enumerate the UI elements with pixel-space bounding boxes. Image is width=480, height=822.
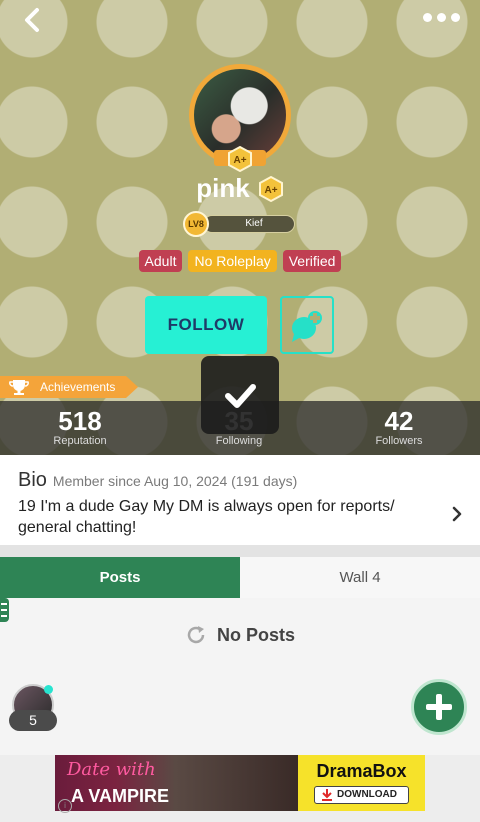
ad-download-label: DOWNLOAD xyxy=(337,789,397,800)
back-arrow-icon xyxy=(25,8,39,32)
ad-brand-name: DramaBox xyxy=(316,761,407,781)
online-count[interactable]: 5 xyxy=(9,710,57,731)
online-indicator xyxy=(44,685,53,694)
create-post-button[interactable] xyxy=(411,679,467,735)
start-chat-button[interactable] xyxy=(280,296,334,354)
empty-state: No Posts xyxy=(0,624,480,646)
bio-text: 19 I'm a dude Gay My DM is always open f… xyxy=(18,498,395,536)
username: pink xyxy=(196,173,250,203)
level-title: Kief xyxy=(245,218,263,229)
ad-banner[interactable]: Date with A VAMPIRE DramaBox DOWNLOAD i xyxy=(0,755,480,822)
ad-subheadline: A VAMPIRE xyxy=(71,786,170,806)
checkmark-icon xyxy=(225,384,256,408)
profile-header: A+ pink A+ LV8 Kief Adult No Roleplay Ve… xyxy=(0,0,480,455)
badge-icon: A+ xyxy=(228,146,252,172)
download-icon xyxy=(322,789,332,801)
tab-posts[interactable]: Posts xyxy=(0,557,240,598)
plus-icon xyxy=(426,694,452,720)
level-badge: LV8 xyxy=(183,211,209,237)
refresh-icon[interactable] xyxy=(185,624,207,646)
tag-verified[interactable]: Verified xyxy=(282,250,342,272)
achievements-label: Achievements xyxy=(40,380,116,394)
section-divider xyxy=(0,545,480,557)
no-posts-label: No Posts xyxy=(216,624,295,645)
username-row: pink A+ xyxy=(0,173,480,204)
bio-section[interactable]: Bio Member since Aug 10, 2024 (191 days)… xyxy=(0,455,480,545)
verified-badge-icon: A+ xyxy=(258,175,283,202)
svg-text:A+: A+ xyxy=(233,155,246,166)
side-menu-handle[interactable] xyxy=(0,598,9,622)
follow-button[interactable]: FOLLOW xyxy=(145,296,267,354)
member-since: Member since Aug 10, 2024 (191 days) xyxy=(52,473,298,489)
more-dots-icon xyxy=(423,12,432,22)
level-indicator[interactable]: LV8 Kief xyxy=(183,211,295,237)
ad-download-button[interactable]: DOWNLOAD xyxy=(314,786,409,804)
svg-text:A+: A+ xyxy=(264,185,277,196)
ad-brand-panel: DramaBox DOWNLOAD xyxy=(298,755,425,811)
tag-adult[interactable]: Adult xyxy=(138,250,183,272)
achievements-banner[interactable]: Achievements xyxy=(0,376,138,398)
stat-reputation[interactable]: 518 Reputation xyxy=(40,407,120,447)
chat-add-icon xyxy=(292,311,322,342)
stat-followers[interactable]: 42 Followers xyxy=(359,407,439,447)
ad-creative[interactable]: Date with A VAMPIRE DramaBox DOWNLOAD xyxy=(55,755,425,811)
bio-title: Bio xyxy=(18,469,47,491)
back-button[interactable] xyxy=(20,6,48,34)
profile-tags: Adult No Roleplay Verified xyxy=(0,250,480,272)
tag-no-roleplay[interactable]: No Roleplay xyxy=(188,250,277,272)
posts-content: No Posts 5 xyxy=(0,598,480,755)
chevron-right-icon xyxy=(452,506,462,522)
tab-wall[interactable]: Wall 4 xyxy=(240,557,480,598)
profile-tabs: Posts Wall 4 xyxy=(0,557,480,598)
ad-headline: Date with xyxy=(67,759,156,780)
ad-info-icon[interactable]: i xyxy=(58,799,72,813)
more-options-button[interactable] xyxy=(420,8,460,26)
menu-icon xyxy=(1,603,7,617)
success-toast xyxy=(201,356,279,434)
